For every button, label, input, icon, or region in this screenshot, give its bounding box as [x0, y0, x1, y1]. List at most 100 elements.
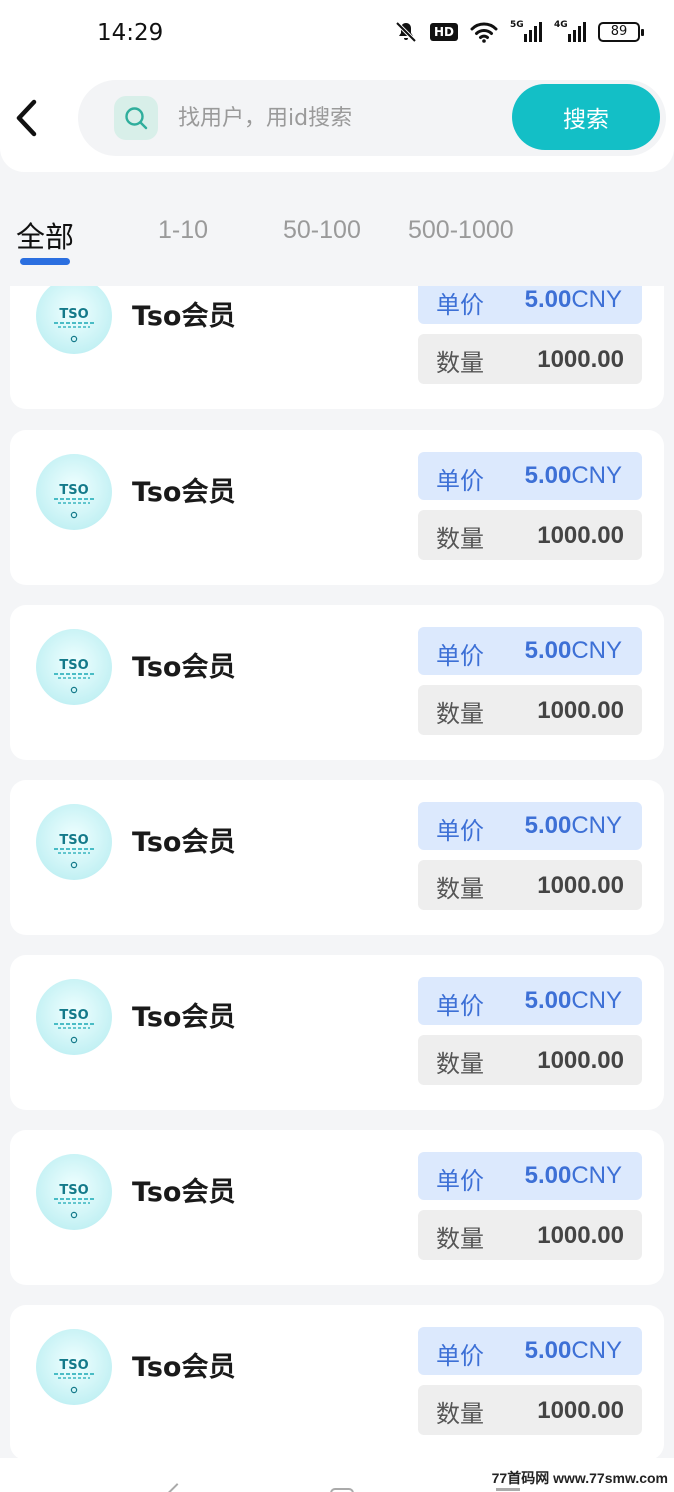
quantity-box[interactable]: 数量 1000.00: [418, 860, 642, 910]
tab-1-10[interactable]: 1-10: [158, 216, 208, 245]
price-amount: 5.00: [524, 286, 572, 313]
listing-card[interactable]: TSO Tso会员 单价 5.00CNY 数量 1000.00: [10, 780, 664, 935]
hd-icon: HD: [429, 23, 458, 41]
avatar: TSO: [36, 286, 112, 354]
search-input[interactable]: [178, 98, 498, 138]
price-amount: 5.00: [524, 1162, 572, 1189]
signal-4g-label: 4G: [554, 20, 568, 30]
quantity-box[interactable]: 数量 1000.00: [418, 1035, 642, 1085]
member-name: Tso会员: [132, 477, 236, 508]
price-currency: CNY: [571, 637, 622, 664]
price-currency: CNY: [571, 1337, 622, 1364]
price-value: 5.00CNY: [525, 462, 622, 490]
unit-price-box[interactable]: 单价 5.00CNY: [418, 977, 642, 1025]
qty-value: 1000.00: [537, 872, 624, 899]
nav-recent-icon[interactable]: [496, 1488, 520, 1491]
active-tab-indicator: [20, 258, 70, 265]
range-tabs: 全部 1-10 50-100 500-1000: [0, 210, 674, 270]
price-label: 单价: [436, 992, 484, 1020]
quantity-box[interactable]: 数量 1000.00: [418, 334, 642, 384]
price-amount: 5.00: [524, 462, 572, 489]
member-name: Tso会员: [132, 301, 236, 332]
watermark: 77首码网 www.77smw.com: [491, 1470, 668, 1486]
unit-price-box[interactable]: 单价 5.00CNY: [418, 627, 642, 675]
price-label: 单价: [436, 1342, 484, 1370]
search-button[interactable]: 搜索: [512, 84, 660, 150]
listing-card[interactable]: TSO Tso会员 单价 5.00CNY 数量 1000.00: [10, 955, 664, 1110]
qty-label: 数量: [436, 700, 484, 728]
signal-4g-icon: 4G: [554, 20, 586, 42]
member-name: Tso会员: [132, 652, 236, 683]
search-icon: [114, 96, 158, 140]
qty-label: 数量: [436, 525, 484, 553]
listing-card[interactable]: TSO Tso会员 单价 5.00CNY 数量 1000.00: [10, 430, 664, 585]
price-value: 5.00CNY: [525, 1337, 622, 1365]
qty-label: 数量: [436, 1050, 484, 1078]
listing-card[interactable]: TSO Tso会员 单价 5.00CNY 数量 1000.00: [10, 1130, 664, 1285]
price-currency: CNY: [571, 286, 622, 313]
qty-value: 1000.00: [537, 1222, 624, 1249]
qty-label: 数量: [436, 349, 484, 377]
avatar-logo-text: TSO: [59, 483, 88, 498]
back-arrow-icon: [16, 99, 37, 137]
quantity-box[interactable]: 数量 1000.00: [418, 1385, 642, 1435]
unit-price-box[interactable]: 单价 5.00CNY: [418, 802, 642, 850]
signal-5g-icon: 5G: [510, 20, 542, 42]
price-label: 单价: [436, 817, 484, 845]
listing-card[interactable]: TSO Tso会员 单价 5.00CNY 数量 1000.00: [10, 1305, 664, 1458]
battery-icon: 89: [598, 22, 644, 42]
qty-value: 1000.00: [537, 697, 624, 724]
price-amount: 5.00: [524, 987, 572, 1014]
avatar: TSO: [36, 629, 112, 705]
status-time: 14:29: [97, 20, 164, 46]
price-value: 5.00CNY: [525, 812, 622, 840]
price-label: 单价: [436, 291, 484, 319]
price-value: 5.00CNY: [525, 637, 622, 665]
qty-value: 1000.00: [537, 1397, 624, 1424]
quantity-box[interactable]: 数量 1000.00: [418, 1210, 642, 1260]
tab-all[interactable]: 全部: [16, 214, 74, 256]
listing-list: TSO Tso会员 单价 5.00CNY 数量 1000.00 TSO Tso会…: [0, 286, 674, 1458]
member-name: Tso会员: [132, 1177, 236, 1208]
status-icons: HD 5G 4G 89: [394, 20, 644, 44]
avatar: TSO: [36, 1329, 112, 1405]
price-currency: CNY: [571, 812, 622, 839]
qty-value: 1000.00: [537, 522, 624, 549]
qty-value: 1000.00: [537, 1047, 624, 1074]
nav-home-icon[interactable]: [330, 1488, 354, 1492]
signal-5g-label: 5G: [510, 20, 524, 30]
member-name: Tso会员: [132, 827, 236, 858]
avatar-logo-text: TSO: [59, 833, 88, 848]
unit-price-box[interactable]: 单价 5.00CNY: [418, 1152, 642, 1200]
search-bar: 搜索: [78, 80, 666, 156]
listing-card[interactable]: TSO Tso会员 单价 5.00CNY 数量 1000.00: [10, 605, 664, 760]
tab-50-100[interactable]: 50-100: [283, 216, 361, 245]
price-amount: 5.00: [524, 1337, 572, 1364]
tab-500-1000[interactable]: 500-1000: [408, 216, 514, 245]
price-currency: CNY: [571, 1162, 622, 1189]
quantity-box[interactable]: 数量 1000.00: [418, 685, 642, 735]
wifi-icon: [470, 22, 498, 43]
price-label: 单价: [436, 642, 484, 670]
qty-value: 1000.00: [537, 346, 624, 373]
header: 14:29 HD 5G 4G 89 找用户，用id搜索 搜索: [0, 0, 674, 172]
listing-card[interactable]: TSO Tso会员 单价 5.00CNY 数量 1000.00: [10, 286, 664, 409]
unit-price-box[interactable]: 单价 5.00CNY: [418, 1327, 642, 1375]
avatar-logo-text: TSO: [59, 1183, 88, 1198]
qty-label: 数量: [436, 875, 484, 903]
unit-price-box[interactable]: 单价 5.00CNY: [418, 452, 642, 500]
system-nav-bar: 77首码网 www.77smw.com: [0, 1458, 674, 1492]
unit-price-box[interactable]: 单价 5.00CNY: [418, 286, 642, 324]
avatar-logo-text: TSO: [59, 658, 88, 673]
avatar-logo-text: TSO: [59, 307, 88, 322]
avatar-logo-text: TSO: [59, 1358, 88, 1373]
nav-back-icon[interactable]: [167, 1483, 187, 1492]
member-name: Tso会员: [132, 1352, 236, 1383]
price-amount: 5.00: [524, 637, 572, 664]
status-bar: 14:29 HD 5G 4G 89: [0, 0, 674, 70]
mute-icon: [395, 21, 417, 43]
back-button[interactable]: [10, 96, 44, 140]
avatar: TSO: [36, 979, 112, 1055]
avatar: TSO: [36, 804, 112, 880]
quantity-box[interactable]: 数量 1000.00: [418, 510, 642, 560]
